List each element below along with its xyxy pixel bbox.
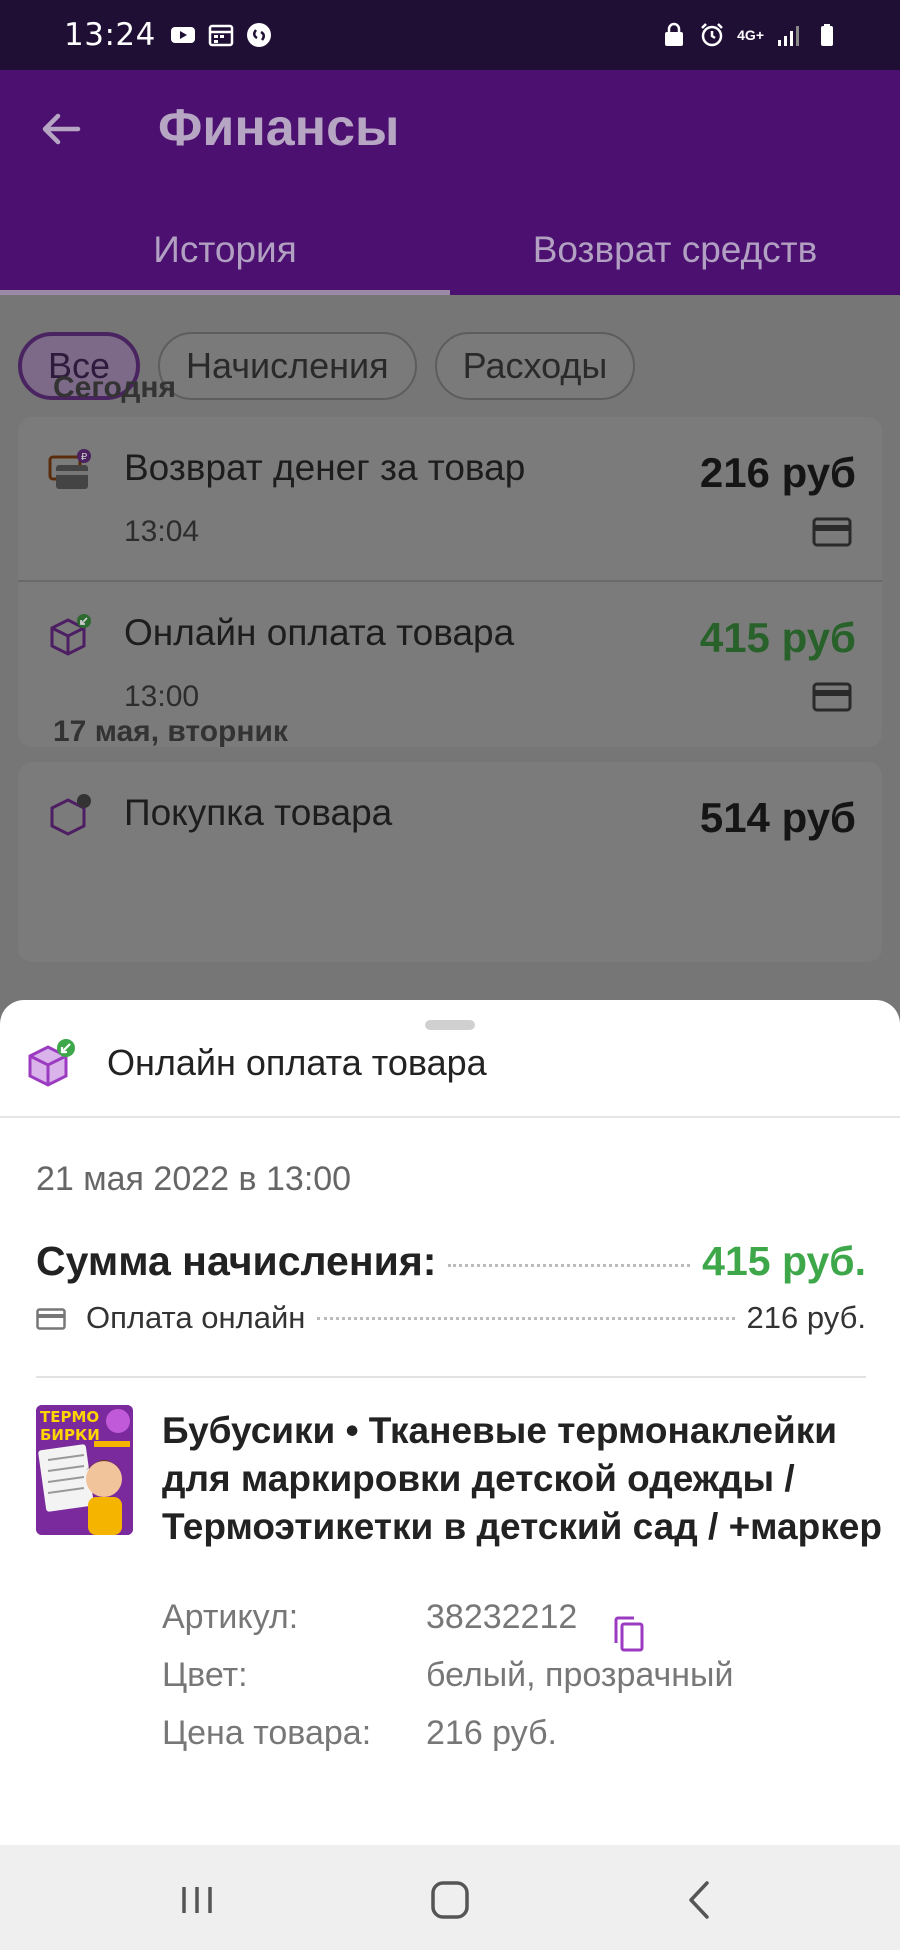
- sheet-drag-handle[interactable]: [425, 1020, 475, 1030]
- transactions-card-may-17: Покупка товара 514 руб: [18, 762, 882, 962]
- tab-refunds[interactable]: Возврат средств: [450, 225, 900, 295]
- attribute-value: 216 руб.: [426, 1714, 558, 1752]
- bank-card-icon: [36, 1308, 66, 1330]
- sum-line: Сумма начисления: 415 руб.: [36, 1238, 866, 1285]
- alarm-icon: [701, 23, 724, 47]
- box-outgoing-icon: [50, 794, 91, 836]
- bank-card-icon: [812, 682, 852, 712]
- product-thumbnail[interactable]: ТЕРМО БИРКИ: [36, 1405, 133, 1535]
- box-incoming-icon: [28, 1039, 75, 1087]
- transaction-details-sheet: Онлайн оплата товара 21 мая 2022 в 13:00…: [0, 1000, 900, 1845]
- system-nav-bar: [0, 1845, 900, 1950]
- transaction-amount: 514 руб: [699, 794, 856, 841]
- youtube-icon: [170, 27, 195, 43]
- payment-label: Оплата онлайн: [86, 1300, 306, 1335]
- back-arrow-icon[interactable]: [36, 104, 86, 154]
- home-icon[interactable]: [425, 1875, 475, 1925]
- payment-line: Оплата онлайн 216 руб.: [36, 1300, 866, 1336]
- copy-icon[interactable]: [612, 1615, 646, 1653]
- sum-value: 415 руб.: [702, 1238, 866, 1284]
- section-label-today: Сегодня: [53, 371, 177, 404]
- transaction-title: Онлайн оплата товара: [124, 612, 515, 653]
- transactions-card-today: ₽ Возврат денег за товар 13:04 216 руб О…: [18, 417, 882, 747]
- product-image-caption-1: ТЕРМО: [40, 1408, 100, 1426]
- chip-expenses[interactable]: Расходы: [434, 332, 636, 400]
- transaction-amount: 216 руб: [699, 449, 856, 496]
- status-time: 13:24: [64, 17, 156, 53]
- tab-history[interactable]: История: [0, 225, 450, 295]
- tab-bar: История Возврат средств: [0, 225, 900, 295]
- calendar-icon: [208, 24, 234, 47]
- sheet-title: Онлайн оплата товара: [107, 1042, 487, 1083]
- attribute-value: белый, прозрачный: [426, 1656, 734, 1694]
- page-title: Финансы: [158, 99, 400, 157]
- transaction-date: 21 мая 2022 в 13:00: [36, 1160, 352, 1198]
- product-title[interactable]: Бубусики • Тканевые термонаклейки для ма…: [162, 1407, 882, 1551]
- box-incoming-icon: [50, 614, 91, 656]
- wallet-refund-icon: ₽: [48, 449, 91, 489]
- battery-icon: [821, 24, 833, 46]
- transaction-title: Возврат денег за товар: [124, 447, 526, 488]
- sum-label: Сумма начисления:: [36, 1238, 437, 1284]
- transaction-time: 13:00: [124, 680, 200, 713]
- transaction-time: 13:04: [124, 515, 200, 548]
- recent-apps-icon[interactable]: [172, 1875, 222, 1925]
- article-number: 38232212: [426, 1598, 578, 1636]
- attribute-label: Цена товара:: [162, 1714, 372, 1752]
- attribute-label: Артикул:: [162, 1598, 299, 1636]
- svg-text:₽: ₽: [81, 452, 88, 463]
- product-image-caption-2: БИРКИ: [40, 1426, 100, 1444]
- transaction-amount: 415 руб: [699, 614, 856, 661]
- status-bar: 13:24 4G+: [0, 0, 900, 70]
- dotted-leader: [317, 1317, 735, 1320]
- transaction-row[interactable]: Покупка товара 514 руб: [18, 762, 882, 927]
- bank-card-icon: [812, 517, 852, 547]
- dotted-leader: [448, 1264, 691, 1267]
- back-icon[interactable]: [675, 1875, 725, 1925]
- attribute-label: Цвет:: [162, 1656, 248, 1694]
- divider: [36, 1376, 866, 1378]
- transaction-row[interactable]: ₽ Возврат денег за товар 13:04 216 руб: [18, 417, 882, 582]
- section-label-may-17: 17 мая, вторник: [53, 715, 288, 748]
- signal-icon: [778, 26, 799, 46]
- chip-income[interactable]: Начисления: [158, 332, 417, 400]
- transaction-title: Покупка товара: [124, 792, 393, 833]
- shazam-icon: [246, 23, 271, 47]
- network-type: 4G+: [737, 27, 764, 43]
- divider: [0, 1116, 900, 1118]
- payment-value: 216 руб.: [746, 1300, 866, 1335]
- lock-icon: [665, 22, 684, 46]
- app-bar: Финансы История Возврат средств: [0, 70, 900, 295]
